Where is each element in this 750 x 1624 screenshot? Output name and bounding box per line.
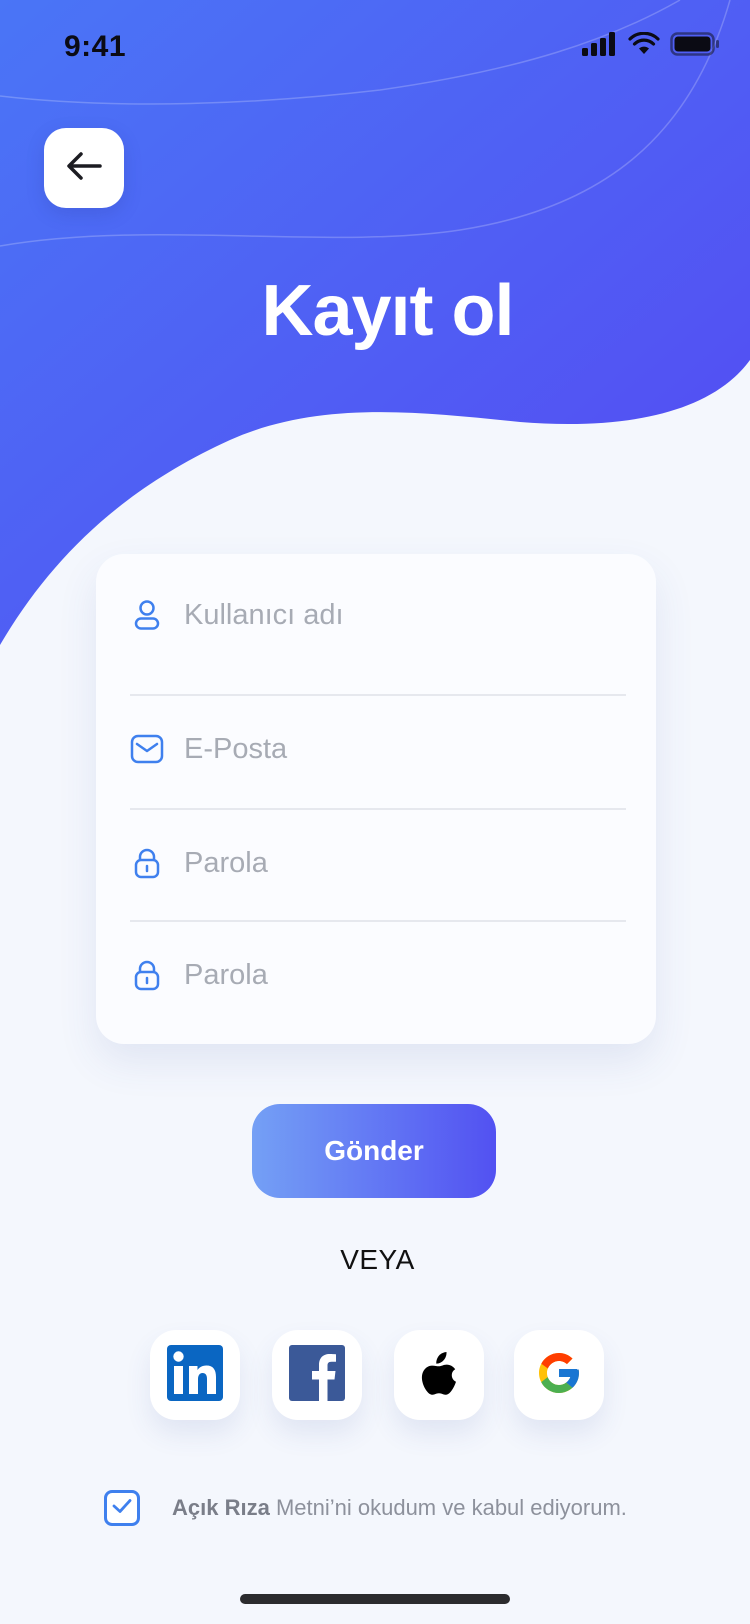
battery-icon <box>670 32 720 61</box>
status-time: 9:41 <box>64 30 127 63</box>
email-field <box>130 732 626 766</box>
mail-icon <box>130 732 164 766</box>
password-input[interactable] <box>184 846 604 880</box>
user-icon <box>130 598 164 632</box>
password-confirm-field <box>130 958 626 992</box>
apple-login-button[interactable] <box>394 1330 484 1420</box>
consent-row: Açık Rıza Metni’ni okudum ve kabul ediyo… <box>104 1488 664 1528</box>
google-login-button[interactable] <box>514 1330 604 1420</box>
field-divider <box>130 808 626 810</box>
facebook-icon <box>289 1344 345 1406</box>
apple-icon <box>419 1350 459 1401</box>
check-icon <box>111 1497 133 1520</box>
field-divider <box>130 920 626 922</box>
password-field <box>130 846 626 880</box>
consent-text: Açık Rıza Metni’ni okudum ve kabul ediyo… <box>172 1495 627 1521</box>
page-title: Kayıt ol <box>261 271 514 351</box>
lock-icon <box>130 958 164 992</box>
status-icons <box>582 31 720 61</box>
submit-button[interactable]: Gönder <box>252 1104 496 1198</box>
linkedin-icon <box>167 1344 223 1406</box>
back-button[interactable] <box>44 128 124 208</box>
consent-link[interactable]: Açık Rıza <box>172 1495 270 1520</box>
arrow-left-icon <box>64 149 104 188</box>
linkedin-login-button[interactable] <box>150 1330 240 1420</box>
google-icon <box>535 1349 583 1402</box>
email-input[interactable] <box>184 732 604 766</box>
username-field <box>130 598 626 632</box>
password-confirm-input[interactable] <box>184 958 604 992</box>
facebook-login-button[interactable] <box>272 1330 362 1420</box>
field-divider <box>130 694 626 696</box>
consent-checkbox[interactable] <box>104 1490 140 1526</box>
home-indicator <box>240 1594 510 1604</box>
consent-label: Metni’ni okudum ve kabul ediyorum. <box>269 1495 627 1520</box>
status-bar: 9:41 <box>0 0 750 96</box>
or-separator: VEYA <box>340 1244 415 1275</box>
cellular-signal-icon <box>582 32 618 61</box>
registration-form-card <box>96 554 656 1044</box>
username-input[interactable] <box>184 598 604 632</box>
wifi-icon <box>628 31 660 61</box>
lock-icon <box>130 846 164 880</box>
